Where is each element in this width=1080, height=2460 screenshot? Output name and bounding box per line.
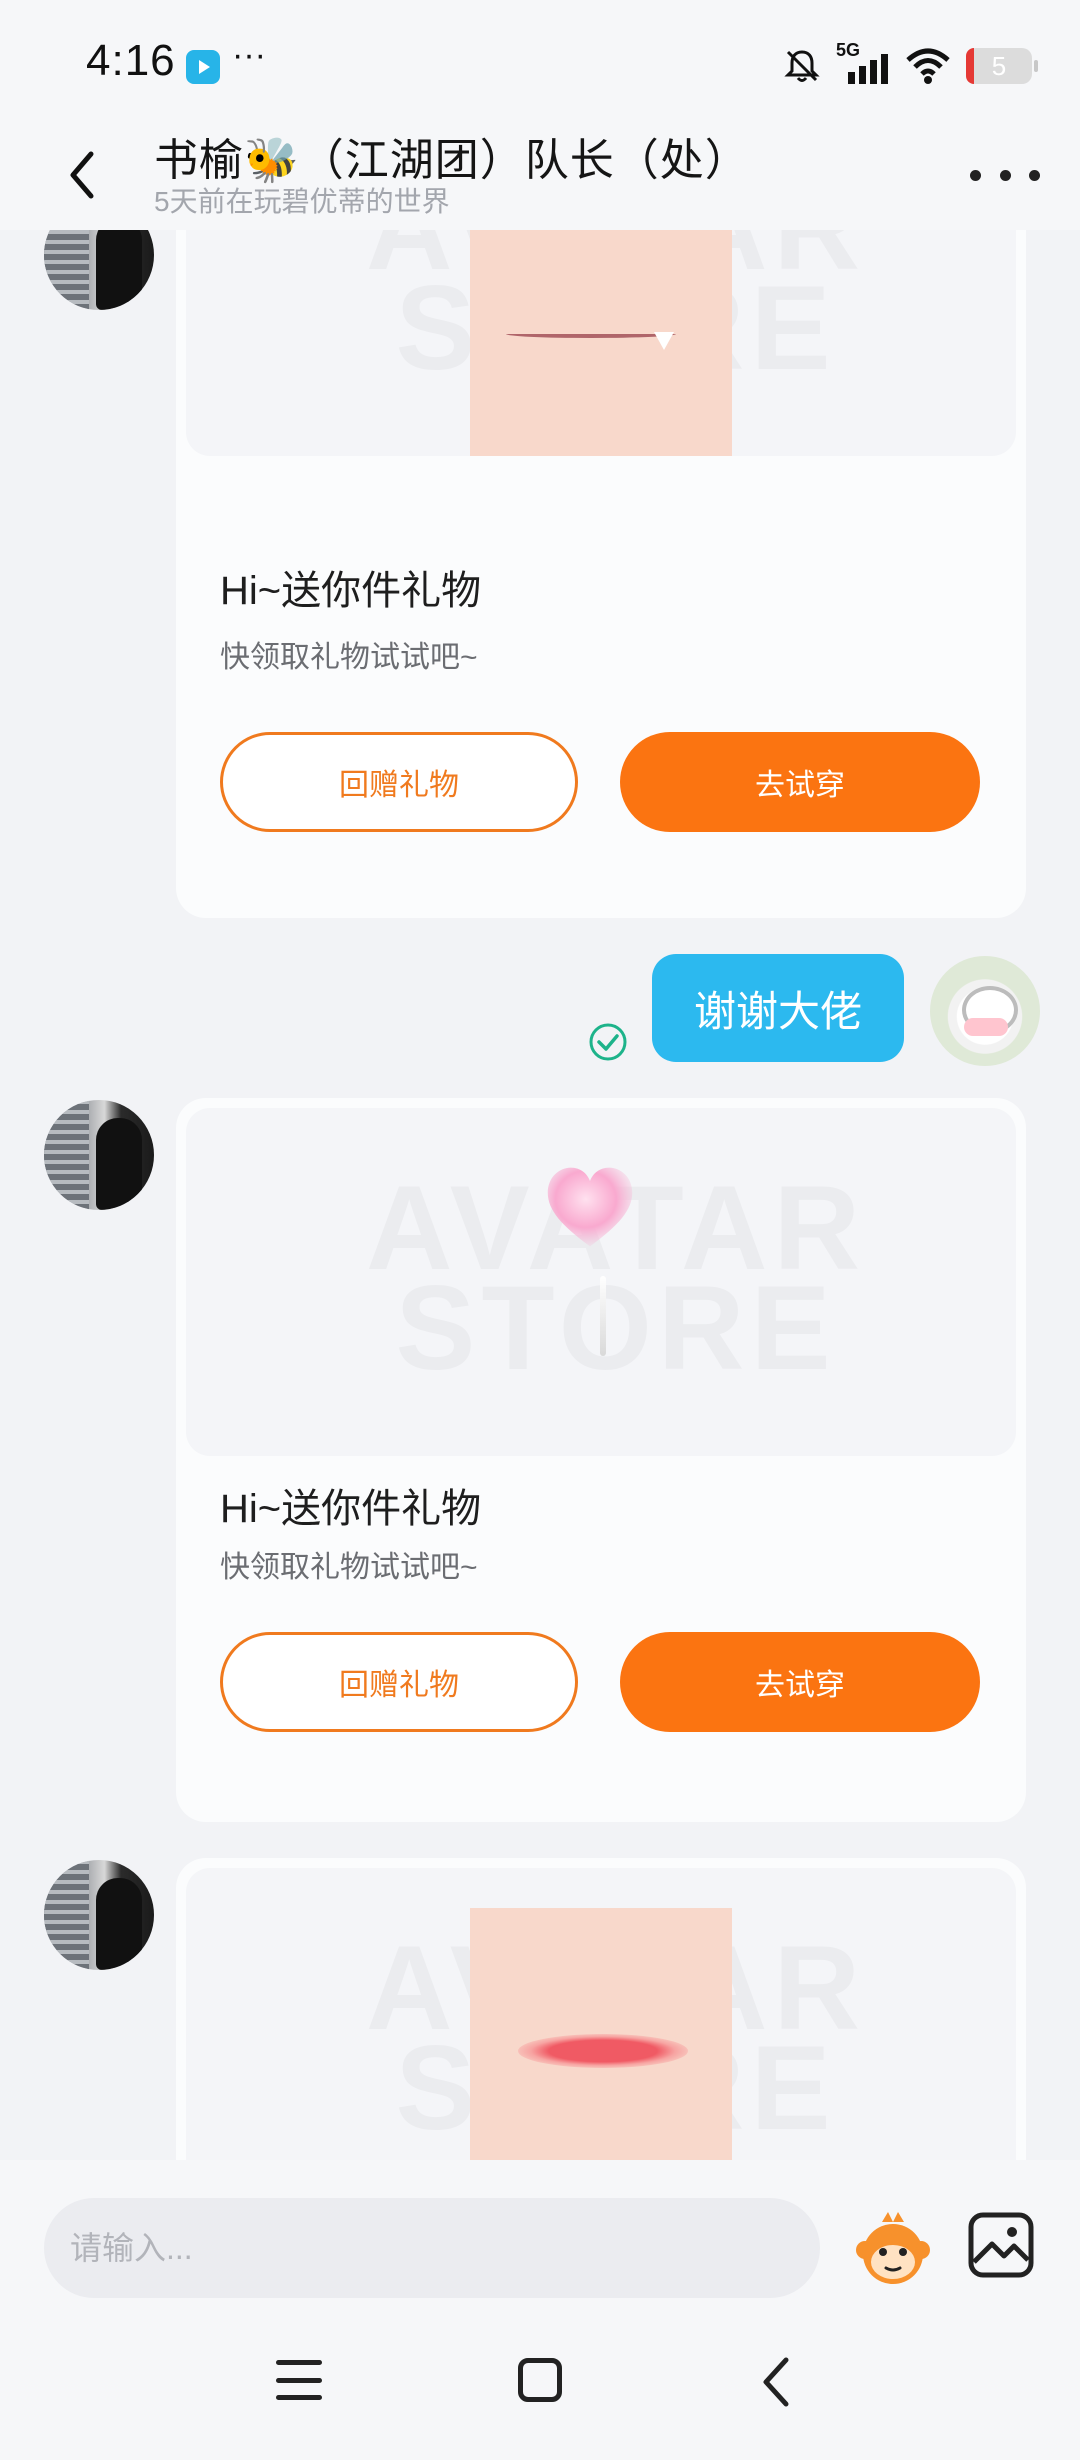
chevron-left-icon bbox=[70, 151, 94, 199]
wifi-icon bbox=[906, 48, 950, 84]
menu-line-icon bbox=[276, 2360, 322, 2365]
read-check-icon bbox=[589, 1023, 627, 1061]
gift-preview[interactable]: AVATAR STORE bbox=[186, 1108, 1016, 1456]
image-button[interactable] bbox=[966, 2210, 1036, 2280]
status-indicators: 5G 5 bbox=[782, 40, 1038, 90]
dot-icon bbox=[970, 169, 981, 181]
my-avatar[interactable] bbox=[930, 956, 1040, 1066]
home-button[interactable] bbox=[518, 2358, 562, 2402]
menu-line-icon bbox=[276, 2395, 322, 2400]
menu-line-icon bbox=[276, 2377, 322, 2383]
status-more-icon: ··· bbox=[232, 36, 266, 74]
image-icon bbox=[968, 2212, 1034, 2278]
message-input[interactable] bbox=[44, 2198, 820, 2298]
contact-status: 5天前在玩碧优蒂的世界 bbox=[154, 186, 450, 217]
more-options-button[interactable] bbox=[970, 150, 1040, 200]
gift-card: AVATAR STORE Hi~送你件礼物 快领取礼物试试吧~ 回赠礼物 bbox=[176, 1098, 1026, 1822]
input-bar bbox=[0, 2160, 1080, 2300]
gift-preview[interactable]: AVATAR STORE bbox=[186, 1868, 1016, 2160]
contact-avatar[interactable] bbox=[44, 230, 154, 310]
return-gift-button[interactable]: 回赠礼物 bbox=[220, 732, 578, 832]
status-time: 4:16 bbox=[86, 36, 176, 85]
back-button[interactable] bbox=[52, 140, 112, 210]
chat-messages[interactable]: AVATAR STORE Hi~送你件礼物 快领取礼物试试吧~ 回赠礼物 去试穿… bbox=[0, 230, 1080, 2160]
lollipop-stick bbox=[600, 1276, 606, 1356]
gift-title: Hi~送你件礼物 bbox=[220, 1487, 482, 1531]
gift-item-image bbox=[470, 230, 732, 456]
contact-avatar[interactable] bbox=[44, 1100, 154, 1210]
monkey-emoji-icon bbox=[856, 2212, 930, 2284]
fang-mouth-shape bbox=[506, 330, 676, 338]
try-on-button[interactable]: 去试穿 bbox=[620, 1632, 980, 1732]
return-gift-button[interactable]: 回赠礼物 bbox=[220, 1632, 578, 1732]
system-nav-bar bbox=[0, 2300, 1080, 2460]
network-type: 5G bbox=[836, 40, 861, 60]
my-message-bubble[interactable]: 谢谢大佬 bbox=[652, 954, 904, 1062]
dot-icon bbox=[999, 169, 1011, 181]
status-bar: 4:16 ··· 5G 5 bbox=[0, 0, 1080, 120]
gift-title: Hi~送你件礼物 bbox=[220, 569, 482, 613]
gift-card: AVATAR STORE Hi~送你件礼物 快领取礼物试试吧~ 回赠礼物 去试穿 bbox=[176, 230, 1026, 918]
gift-item-image bbox=[470, 1908, 732, 2160]
contact-avatar[interactable] bbox=[44, 1860, 154, 1970]
emoji-button[interactable] bbox=[852, 2210, 934, 2292]
dot-icon bbox=[1029, 169, 1040, 181]
chat-header: 书榆🐝（江湖团）队长（处） 5天前在玩碧优蒂的世界 bbox=[0, 120, 1080, 230]
fang-shape bbox=[654, 332, 674, 350]
lips-shape bbox=[518, 2034, 688, 2068]
battery-icon: 5 bbox=[966, 48, 1038, 84]
recent-apps-button[interactable] bbox=[276, 2360, 322, 2400]
system-back-button[interactable] bbox=[756, 2356, 796, 2408]
mute-bell-icon bbox=[784, 50, 820, 82]
gift-card: AVATAR STORE bbox=[176, 1858, 1026, 2160]
chevron-left-icon bbox=[763, 2357, 789, 2407]
video-app-icon bbox=[186, 50, 220, 84]
contact-name: 书榆🐝（江湖团）队长（处） bbox=[154, 136, 750, 185]
gift-description: 快领取礼物试试吧~ bbox=[220, 641, 478, 674]
try-on-button[interactable]: 去试穿 bbox=[620, 732, 980, 832]
gift-preview[interactable]: AVATAR STORE bbox=[186, 230, 1016, 456]
gift-description: 快领取礼物试试吧~ bbox=[220, 1551, 478, 1584]
heart-lollipop-image bbox=[542, 1160, 638, 1256]
signal-5g-icon: 5G bbox=[836, 40, 890, 86]
